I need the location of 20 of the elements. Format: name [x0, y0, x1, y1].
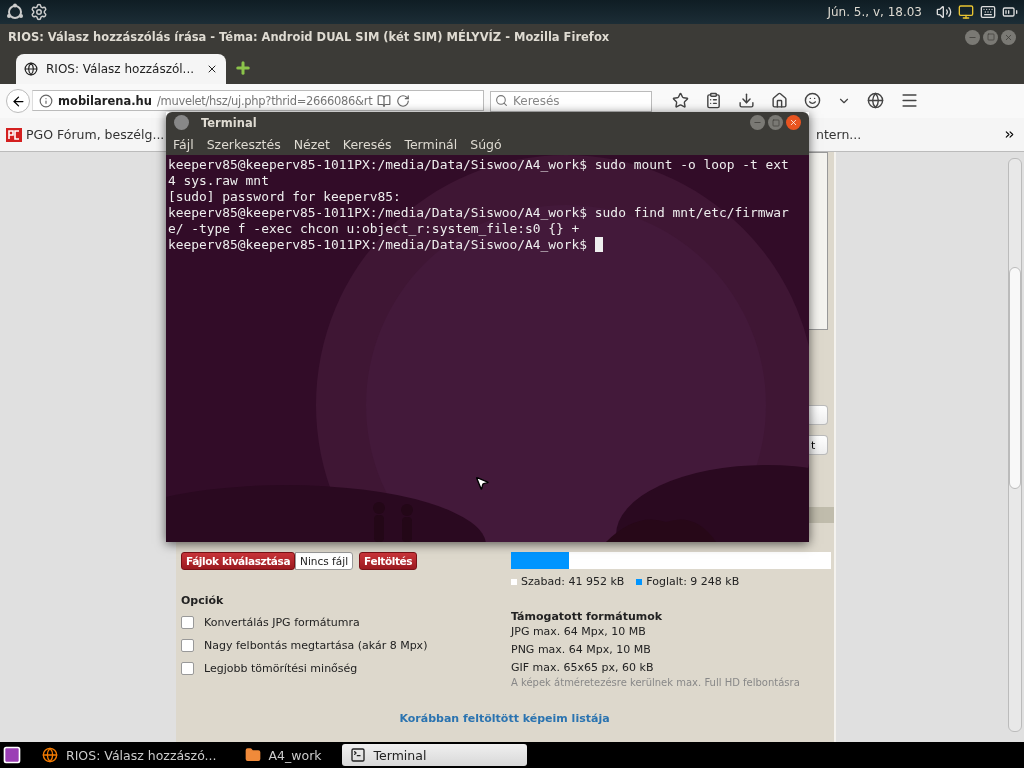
- file-status: Nincs fájl: [295, 552, 354, 570]
- terminal-line: keeperv85@keeperv85-1011PX:/media/Data/Siswoo/A4_work$ sudo find mnt/etc/firmwar: [168, 205, 790, 221]
- format-line: GIF max. 65x65 px, 60 kB: [511, 660, 655, 676]
- terminal-line: 4 sys.raw mnt: [168, 173, 270, 189]
- option-label: Legjobb tömörítési minőség: [204, 662, 358, 675]
- terminal-line: keeperv85@keeperv85-1011PX:/media/Data/Siswoo/A4_work$: [168, 237, 807, 253]
- terminal-line: [sudo] password for keeperv85:: [168, 189, 402, 205]
- terminal-line: e/ -type f -exec chcon u:object_r:system_file:s0 {} +: [168, 221, 581, 237]
- terminal-title: Terminal: [201, 115, 257, 130]
- option-label: Konvertálás JPG formátumra: [204, 616, 360, 629]
- options-title: Opciók: [181, 594, 225, 607]
- format-line: PNG max. 64 Mpx, 10 MB: [511, 642, 652, 658]
- legend-free: Szabad: 41 952 kB: [511, 575, 625, 588]
- option-label: Nagy felbontás megtartása (akár 8 Mpx): [204, 639, 428, 652]
- resize-note: A képek átméretezésre kerülnek max. Full HD felbontásra: [511, 677, 801, 688]
- formats-title: Támogatott formátumok: [511, 610, 664, 623]
- window-title: RIOS: Válasz hozzászólás írása - Téma: Android DUAL SIM (két SIM) MÉLYVÍZ - Mozilla Firefox: [8, 30, 610, 44]
- legend-used: Foglalt: 9 248 kB: [636, 575, 740, 588]
- format-line: JPG max. 64 Mpx, 10 MB: [511, 624, 647, 640]
- terminal-line: keeperv85@keeperv85-1011PX:/media/Data/Siswoo/A4_work$ sudo mount -o loop -t ext: [168, 157, 790, 173]
